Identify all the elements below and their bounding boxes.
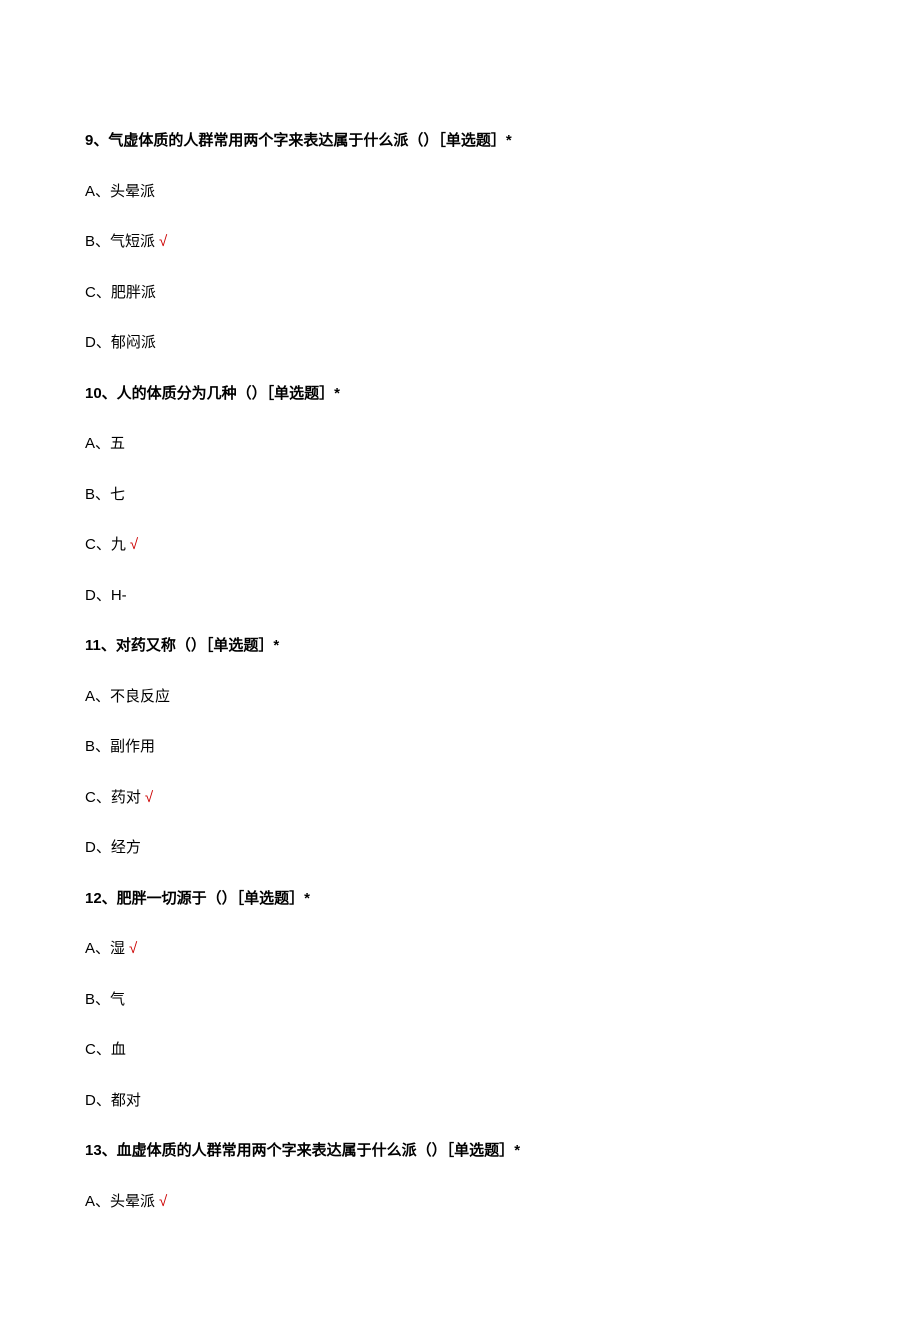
option: B、七 bbox=[85, 484, 835, 507]
option: A、五 bbox=[85, 433, 835, 456]
option-label: C、 bbox=[85, 536, 111, 553]
question-text: 11、对药又称（）［单选题］* bbox=[85, 635, 835, 658]
option-label: C、 bbox=[85, 789, 111, 806]
option-text: 药对 bbox=[111, 789, 141, 806]
check-mark-icon: √ bbox=[145, 789, 153, 806]
document-content: 9、气虚体质的人群常用两个字来表达属于什么派（）［单选题］*A、头晕派B、气短派… bbox=[85, 130, 835, 1213]
option-text: 郁闷派 bbox=[111, 334, 156, 351]
option: B、副作用 bbox=[85, 736, 835, 759]
option-text: 气短派 bbox=[110, 233, 155, 250]
question-block: 11、对药又称（）［单选题］* A、不良反应 B、副作用 C、药对√ D、经方 bbox=[85, 635, 835, 860]
option: A、湿√ bbox=[85, 938, 835, 961]
option-text: 头晕派 bbox=[110, 1193, 155, 1210]
option-label: D、 bbox=[85, 587, 111, 604]
option-text: H- bbox=[111, 587, 127, 604]
option-label: B、 bbox=[85, 486, 110, 503]
check-mark-icon: √ bbox=[159, 1193, 167, 1210]
question-text: 12、肥胖一切源于（）［单选题］* bbox=[85, 888, 835, 911]
option-label: A、 bbox=[85, 435, 110, 452]
option-label: C、 bbox=[85, 284, 111, 301]
option-label: B、 bbox=[85, 233, 110, 250]
question-block: 12、肥胖一切源于（）［单选题］* A、湿√ B、气 C、血 D、都对 bbox=[85, 888, 835, 1113]
option-label: D、 bbox=[85, 1092, 111, 1109]
option-text: 九 bbox=[111, 536, 126, 553]
question-text: 9、气虚体质的人群常用两个字来表达属于什么派（）［单选题］* bbox=[85, 130, 835, 153]
option: A、头晕派 bbox=[85, 181, 835, 204]
option: A、不良反应 bbox=[85, 686, 835, 709]
option: C、九√ bbox=[85, 534, 835, 557]
question-text: 13、血虚体质的人群常用两个字来表达属于什么派（）［单选题］* bbox=[85, 1140, 835, 1163]
question-block: 13、血虚体质的人群常用两个字来表达属于什么派（）［单选题］* A、头晕派√ bbox=[85, 1140, 835, 1213]
option-label: A、 bbox=[85, 688, 110, 705]
option-text: 不良反应 bbox=[110, 688, 170, 705]
option: B、气短派√ bbox=[85, 231, 835, 254]
option: C、药对√ bbox=[85, 787, 835, 810]
option: D、经方 bbox=[85, 837, 835, 860]
option-text: 五 bbox=[110, 435, 125, 452]
option-text: 头晕派 bbox=[110, 183, 155, 200]
option-label: C、 bbox=[85, 1041, 111, 1058]
option-text: 湿 bbox=[110, 940, 125, 957]
option-text: 副作用 bbox=[110, 738, 155, 755]
check-mark-icon: √ bbox=[129, 940, 137, 957]
option-text: 经方 bbox=[111, 839, 141, 856]
option-text: 血 bbox=[111, 1041, 126, 1058]
option-text: 肥胖派 bbox=[111, 284, 156, 301]
option: C、血 bbox=[85, 1039, 835, 1062]
option-text: 七 bbox=[110, 486, 125, 503]
option-label: D、 bbox=[85, 839, 111, 856]
option: C、肥胖派 bbox=[85, 282, 835, 305]
option: A、头晕派√ bbox=[85, 1191, 835, 1214]
question-block: 9、气虚体质的人群常用两个字来表达属于什么派（）［单选题］* A、头晕派 B、气短派… bbox=[85, 130, 835, 355]
option-label: B、 bbox=[85, 991, 110, 1008]
option-label: D、 bbox=[85, 334, 111, 351]
option: D、H- bbox=[85, 585, 835, 608]
option-label: A、 bbox=[85, 1193, 110, 1210]
option-text: 气 bbox=[110, 991, 125, 1008]
option: D、都对 bbox=[85, 1090, 835, 1113]
option-label: B、 bbox=[85, 738, 110, 755]
check-mark-icon: √ bbox=[159, 233, 167, 250]
check-mark-icon: √ bbox=[130, 536, 138, 553]
question-text: 10、人的体质分为几种（）［单选题］* bbox=[85, 383, 835, 406]
option: B、气 bbox=[85, 989, 835, 1012]
option: D、郁闷派 bbox=[85, 332, 835, 355]
question-block: 10、人的体质分为几种（）［单选题］* A、五 B、七 C、九√ D、H- bbox=[85, 383, 835, 608]
option-text: 都对 bbox=[111, 1092, 141, 1109]
option-label: A、 bbox=[85, 940, 110, 957]
option-label: A、 bbox=[85, 183, 110, 200]
